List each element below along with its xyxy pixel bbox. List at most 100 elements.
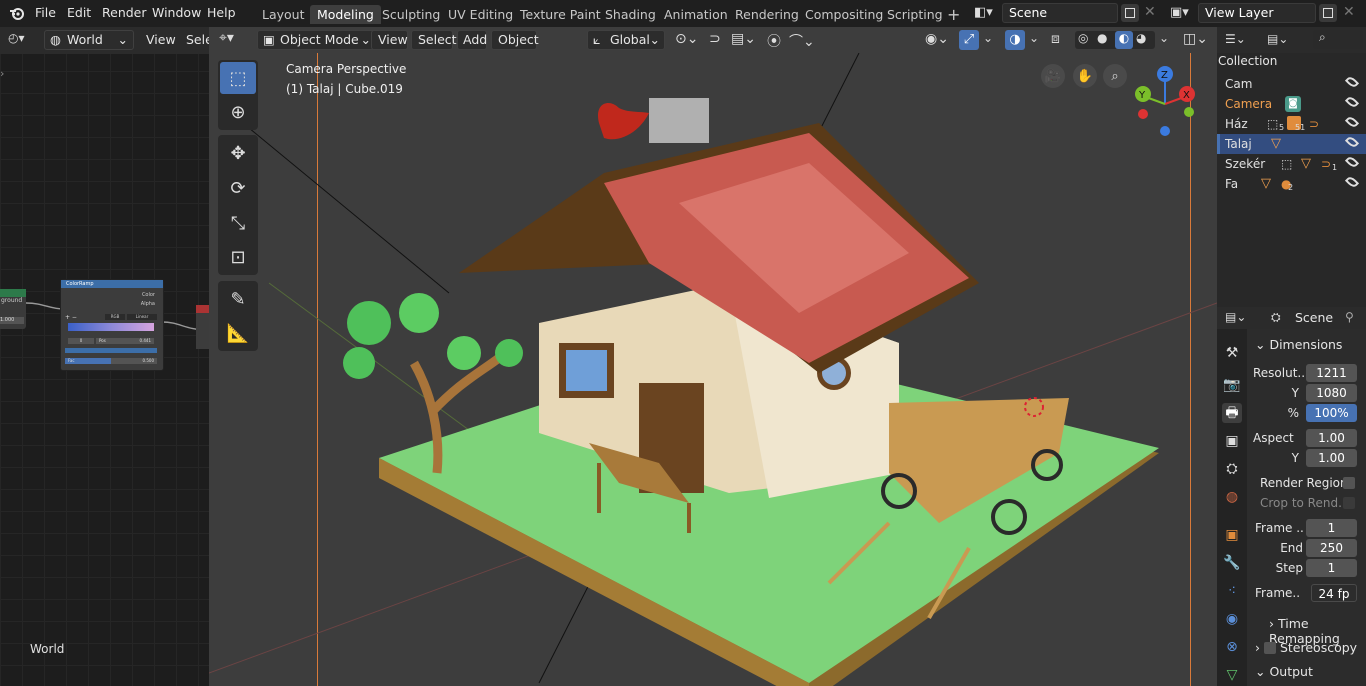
data-tab-icon[interactable]: ▽ xyxy=(1222,665,1242,685)
crop-checkbox[interactable] xyxy=(1343,497,1355,509)
3d-viewport[interactable]: ⌖▾ ▣ Object Mode ⌄ View Select Add Objec… xyxy=(209,27,1217,686)
constraints-tab-icon[interactable]: ⊗ xyxy=(1222,637,1242,657)
view-layer-field[interactable]: View Layer xyxy=(1198,3,1316,23)
eye-icon[interactable] xyxy=(1344,154,1360,170)
outliner-row-fa[interactable]: Fa ▽ ● 2 xyxy=(1217,174,1366,194)
frame-rate-dropdown[interactable]: 24 fp xyxy=(1311,584,1357,602)
scene-tab-icon[interactable]: ⛭ xyxy=(1222,459,1242,479)
output-node-partial[interactable] xyxy=(196,305,209,349)
node-view-menu[interactable]: View xyxy=(146,30,176,50)
stereoscopy-checkbox[interactable] xyxy=(1263,642,1276,654)
world-dropdown[interactable]: ◍ World ⌄ xyxy=(44,30,134,50)
pan-hand-icon[interactable]: ✋ xyxy=(1073,64,1097,88)
wireframe-shading-icon[interactable]: ◎ xyxy=(1078,31,1088,45)
aspect-x-field[interactable]: 1.00 xyxy=(1306,429,1357,447)
scale-tool-icon[interactable]: ⤡ xyxy=(220,207,256,239)
tool-tab-icon[interactable]: ⚒ xyxy=(1222,343,1242,363)
render-tab-icon[interactable]: 📷 xyxy=(1222,375,1242,395)
new-scene-button[interactable] xyxy=(1121,4,1139,22)
frame-step-field[interactable]: 1 xyxy=(1306,559,1357,577)
solid-shading-icon[interactable]: ● xyxy=(1097,31,1107,45)
colorramp-interp[interactable]: Linear xyxy=(127,314,157,320)
viewport-view-menu[interactable]: View xyxy=(371,30,408,50)
particles-tab-icon[interactable]: ⁖ xyxy=(1222,581,1242,601)
menu-help[interactable]: Help xyxy=(207,5,236,20)
editor-type-icon[interactable]: ⌖▾ xyxy=(219,30,249,50)
chevron-down-icon[interactable]: ⌄ xyxy=(1029,31,1039,45)
object-tab-icon[interactable]: ▣ xyxy=(1222,525,1242,545)
editor-type-icon[interactable]: ☰⌄ xyxy=(1225,32,1246,46)
visibility-icon[interactable]: ◉⌄ xyxy=(925,31,949,47)
zoom-icon[interactable]: ⌕ xyxy=(1103,64,1127,88)
output-tab-icon[interactable]: 🖶 xyxy=(1222,403,1242,423)
snap-icon[interactable]: ⊃ xyxy=(709,31,721,47)
view-layer-tab-icon[interactable]: ▣ xyxy=(1222,431,1242,451)
measure-tool-icon[interactable]: 📐 xyxy=(220,317,256,349)
falloff-icon[interactable]: ⌒⌄ xyxy=(789,31,815,51)
render-region-checkbox[interactable] xyxy=(1343,477,1355,489)
resolution-y-field[interactable]: 1080 xyxy=(1306,384,1357,402)
tab-modeling[interactable]: Modeling xyxy=(310,5,381,24)
stereoscopy-panel[interactable]: › Stereoscopy xyxy=(1255,640,1357,655)
snap-target-icon[interactable]: ▤⌄ xyxy=(731,31,756,47)
pivot-point-icon[interactable]: ⊙⌄ xyxy=(675,31,698,47)
outliner-row-haz[interactable]: Ház ⬚ 5 51 ⊃ xyxy=(1217,114,1366,134)
colorramp-mode[interactable]: RGB xyxy=(105,314,125,320)
eye-icon[interactable] xyxy=(1344,94,1360,110)
tab-rendering[interactable]: Rendering xyxy=(728,5,806,24)
color-ramp-gradient[interactable] xyxy=(68,323,154,331)
cursor-tool-icon[interactable]: ⊕ xyxy=(220,96,256,128)
outliner-search-input[interactable]: ⌕ xyxy=(1313,30,1363,49)
chevron-down-icon[interactable]: ⌄ xyxy=(983,31,993,45)
physics-tab-icon[interactable]: ◉ xyxy=(1222,609,1242,629)
delete-view-layer-icon[interactable]: ✕ xyxy=(1343,4,1355,20)
mode-dropdown[interactable]: ▣ Object Mode ⌄ xyxy=(257,30,377,50)
collapse-arrow-icon[interactable]: › xyxy=(0,67,4,80)
tab-layout[interactable]: Layout xyxy=(255,5,312,24)
chevron-down-icon[interactable]: ⌄ xyxy=(1159,31,1169,45)
fac-slider[interactable]: Fac 0.500 xyxy=(65,358,157,364)
transform-tool-icon[interactable]: ⊡ xyxy=(220,241,256,273)
output-panel[interactable]: ⌄ Output xyxy=(1255,664,1313,679)
sidebar-toggle-icon[interactable]: ◫⌄ xyxy=(1183,31,1208,47)
tab-sculpting[interactable]: Sculpting xyxy=(375,5,447,24)
new-view-layer-button[interactable] xyxy=(1319,4,1337,22)
colorramp-node[interactable]: ColorRamp Color Alpha + − RGB Linear 0 P… xyxy=(60,279,164,371)
display-mode-icon[interactable]: ▤⌄ xyxy=(1267,32,1288,46)
rotate-tool-icon[interactable]: ⟳ xyxy=(220,172,256,204)
colorramp-index[interactable]: 0 xyxy=(68,338,94,344)
overlays-icon[interactable]: ◑ xyxy=(1005,30,1025,50)
frame-start-field[interactable]: 1 xyxy=(1306,519,1357,537)
tab-compositing[interactable]: Compositing xyxy=(798,5,890,24)
color-swatch[interactable] xyxy=(65,348,157,353)
eye-icon[interactable] xyxy=(1344,114,1360,130)
world-tab-icon[interactable]: ◍ xyxy=(1222,487,1242,507)
menu-window[interactable]: Window xyxy=(152,5,201,20)
frame-end-field[interactable]: 250 xyxy=(1306,539,1357,557)
node-editor[interactable]: ◴▾ ◍ World ⌄ View Sele › ground 1.000 Co… xyxy=(0,27,213,686)
viewport-object-menu[interactable]: Object xyxy=(491,30,539,50)
viewport-add-menu[interactable]: Add xyxy=(457,30,487,50)
orientation-dropdown[interactable]: ⟀ Global ⌄ xyxy=(587,30,665,50)
node-value[interactable]: 1.000 xyxy=(0,317,24,324)
editor-type-icon[interactable]: ◴▾ xyxy=(8,31,38,51)
gizmo-toggle-icon[interactable]: ⤢ xyxy=(959,30,979,50)
scene-name-field[interactable]: Scene xyxy=(1002,3,1118,23)
add-workspace-button[interactable]: + xyxy=(940,5,967,24)
editor-type-icon[interactable]: ▤⌄ xyxy=(1225,310,1246,324)
viewport-select-menu[interactable]: Select xyxy=(411,30,457,50)
eye-icon[interactable] xyxy=(1344,74,1360,90)
proportional-edit-icon[interactable]: ⦿ xyxy=(767,31,781,51)
colorramp-add-remove[interactable]: + − xyxy=(65,314,77,321)
camera-view-icon[interactable]: 🎥 xyxy=(1041,64,1065,88)
eye-icon[interactable] xyxy=(1344,174,1360,190)
background-node[interactable]: ground 1.000 xyxy=(0,289,26,329)
outliner-row-szeker[interactable]: Szekér ⬚ ▽ ⊃ 1 xyxy=(1217,154,1366,174)
outliner-row-cam[interactable]: Cam xyxy=(1217,74,1366,94)
colorramp-pos[interactable]: Pos 0.441 xyxy=(96,338,154,344)
tab-shading[interactable]: Shading xyxy=(598,5,663,24)
tab-texture-paint[interactable]: Texture Paint xyxy=(513,5,608,24)
pin-icon[interactable]: ⚲ xyxy=(1345,310,1354,324)
outliner[interactable]: ☰⌄ ▤⌄ ⌕ Collection Cam Camera ◙ Ház ⬚ 5 … xyxy=(1217,27,1366,307)
scene-icon[interactable]: ◧▾ xyxy=(974,5,996,23)
